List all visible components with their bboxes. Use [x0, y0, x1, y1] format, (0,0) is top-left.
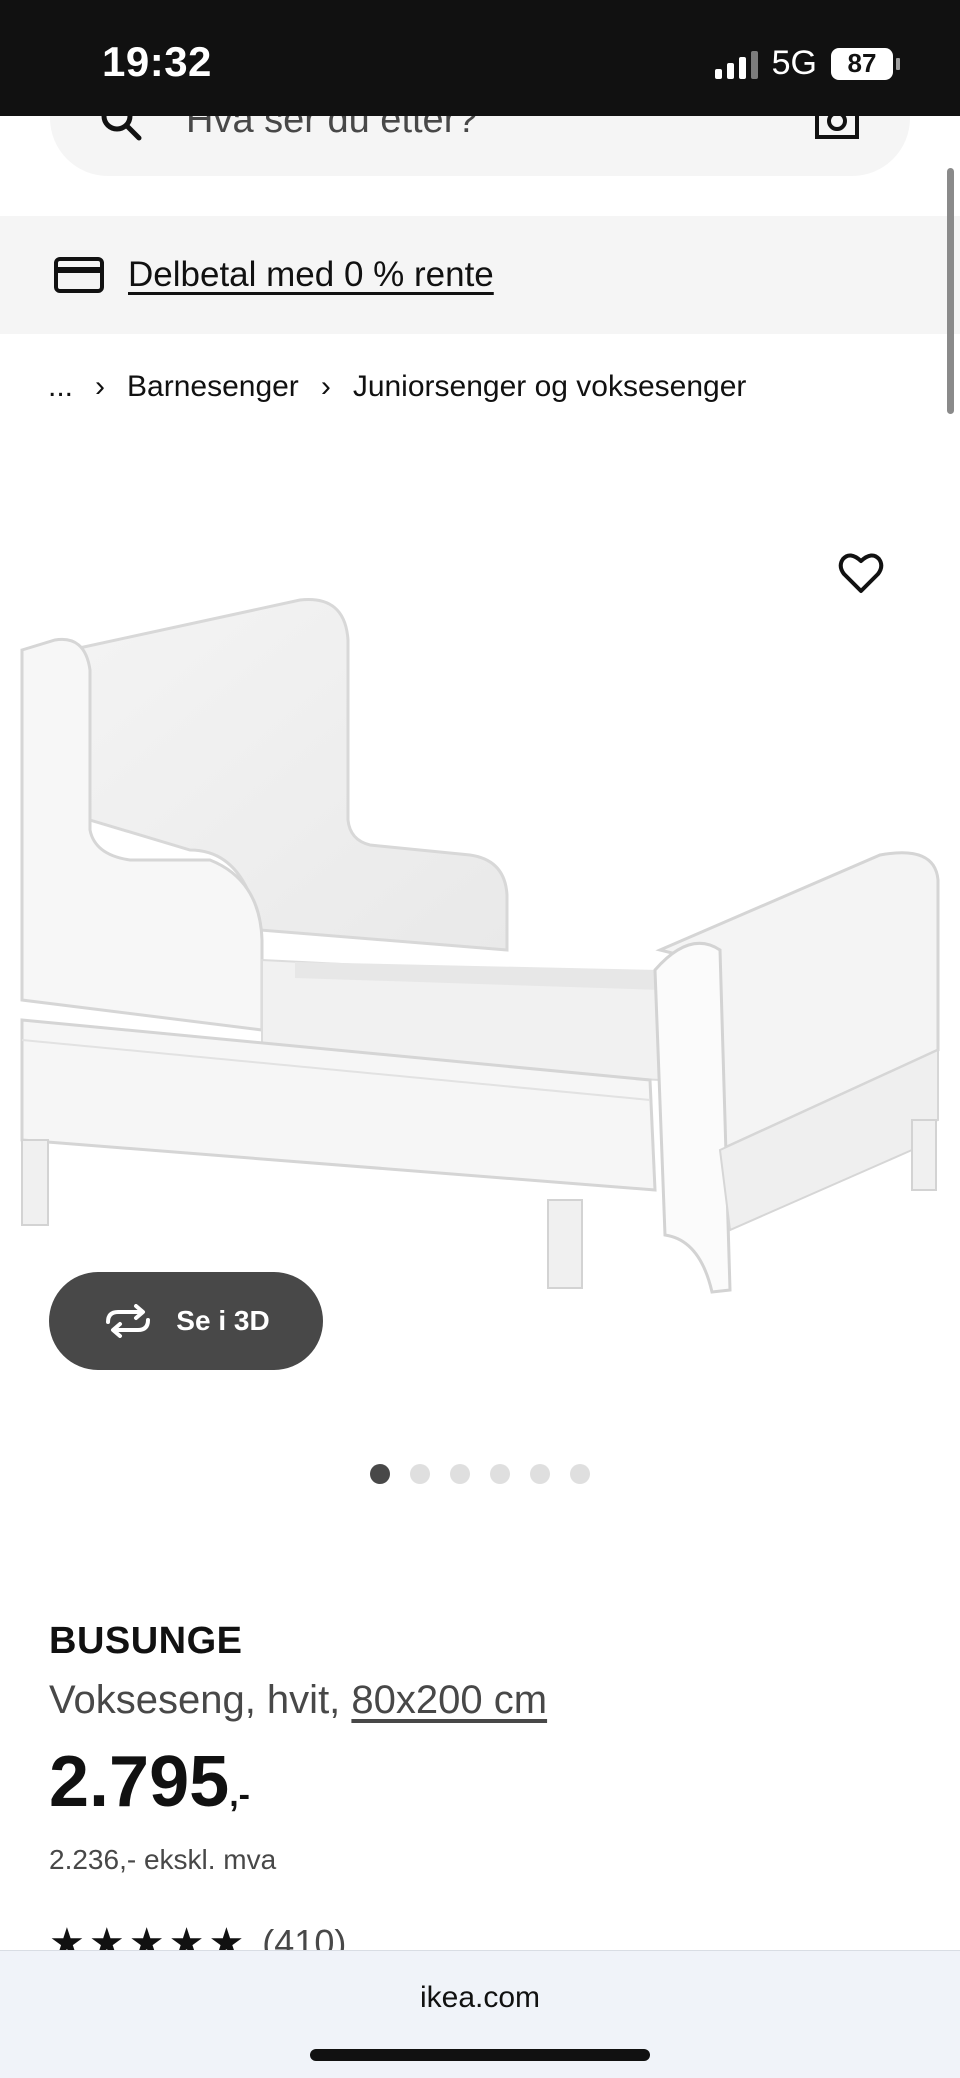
- carousel-dot[interactable]: [570, 1464, 590, 1484]
- credit-card-icon: [54, 257, 104, 293]
- chevron-right-icon: ›: [95, 370, 106, 403]
- installment-link[interactable]: Delbetal med 0 % rente: [128, 255, 494, 295]
- product-size-link[interactable]: 80x200 cm: [351, 1678, 547, 1722]
- payment-banner: Delbetal med 0 % rente: [0, 216, 960, 334]
- battery-icon: 87: [831, 47, 900, 80]
- breadcrumb: ... › Barnesenger › Juniorsenger og voks…: [48, 370, 746, 404]
- product-name: BUSUNGE: [49, 1620, 243, 1662]
- carousel-dot[interactable]: [450, 1464, 470, 1484]
- breadcrumb-item-juniorsenger[interactable]: Juniorsenger og voksesenger: [353, 370, 747, 404]
- status-bar: 19:32 5G 87: [0, 0, 960, 116]
- carousel-dot[interactable]: [530, 1464, 550, 1484]
- browser-url[interactable]: ikea.com: [0, 1981, 960, 2015]
- price-ex-vat: 2.236,- ekskl. mva: [49, 1844, 277, 1875]
- network-type: 5G: [771, 44, 817, 82]
- product-description-text: Vokseseng, hvit,: [49, 1678, 352, 1722]
- battery-level: 87: [831, 47, 893, 80]
- carousel-dot[interactable]: [490, 1464, 510, 1484]
- price-amount: 2.795: [49, 1742, 230, 1822]
- signal-icon: [714, 49, 758, 79]
- status-time: 19:32: [102, 38, 212, 85]
- breadcrumb-item-barnesenger[interactable]: Barnesenger: [127, 370, 299, 404]
- product-price: 2.795 ,-: [49, 1746, 250, 1818]
- breadcrumb-ellipsis[interactable]: ...: [48, 370, 73, 404]
- chevron-right-icon: ›: [320, 370, 331, 403]
- product-description: Vokseseng, hvit, 80x200 cm: [49, 1678, 547, 1723]
- home-indicator[interactable]: [310, 2049, 650, 2061]
- browser-address-bar: ikea.com: [0, 1950, 960, 2078]
- view-3d-label: Se i 3D: [176, 1305, 270, 1336]
- favorite-button[interactable]: [836, 548, 886, 598]
- carousel-dot[interactable]: [370, 1464, 390, 1484]
- scrollbar[interactable]: [947, 168, 954, 414]
- product-image[interactable]: [0, 500, 960, 1400]
- heart-icon: [838, 553, 884, 593]
- view-3d-button[interactable]: Se i 3D: [49, 1272, 323, 1370]
- carousel-dot[interactable]: [410, 1464, 430, 1484]
- status-indicators: 5G 87: [714, 44, 900, 83]
- price-suffix: ,-: [229, 1776, 250, 1814]
- image-carousel-dots: [0, 1464, 960, 1484]
- rotate-3d-icon: [106, 1304, 151, 1338]
